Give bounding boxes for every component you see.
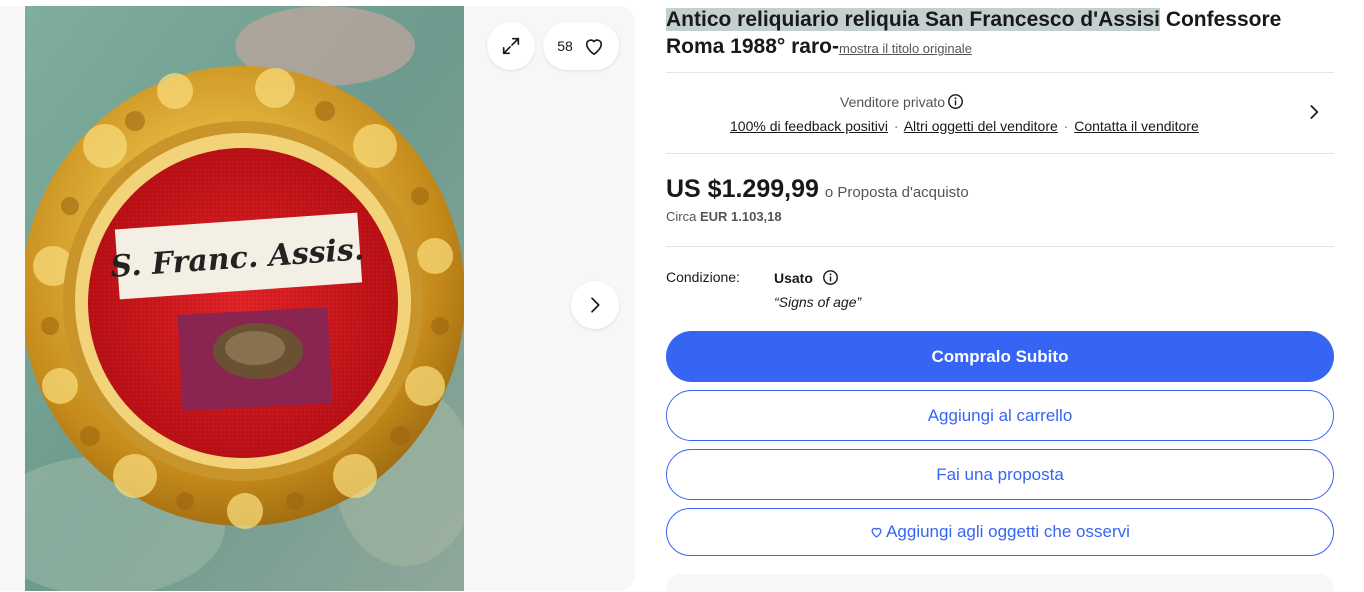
approx-price: Circa EUR 1.103,18 [666,209,782,224]
price-value: US $1.299,99 [666,175,819,203]
contact-seller-link[interactable]: Contatta il venditore [1074,118,1199,134]
chevron-right-icon[interactable] [1306,103,1322,121]
price-row: US $1.299,99 o Proposta d'acquisto [666,175,969,204]
next-image-button[interactable] [571,281,619,329]
info-icon[interactable] [822,269,839,286]
heart-icon [585,39,602,55]
watch-count: 58 [557,38,573,54]
seller-links: 100% di feedback positivi · Altri oggett… [730,118,1199,134]
seller-info[interactable]: Venditore privato 100% di feedback posit… [666,73,1334,153]
next-section-card [666,574,1334,592]
condition-label: Condizione: [666,269,740,285]
condition-value: Usato [774,269,839,286]
watch-count-button[interactable]: 58 [543,22,619,70]
image-gallery: S. Franc. Assis. 58 [0,6,635,591]
listing-panel: Antico reliquiario reliquia San Francesc… [666,0,1334,564]
listing-title: Antico reliquiario reliquia San Francesc… [666,6,1334,62]
make-offer-button[interactable]: Fai una proposta [666,449,1334,500]
or-best-offer-text: o Proposta d'acquisto [824,184,969,201]
seller-type-label: Venditore privato [840,93,946,110]
listing-title-highlight: Antico reliquiario reliquia San Francesc… [666,8,1160,31]
add-to-watchlist-label: Aggiungi agli oggetti che osservi [886,522,1130,541]
seller-type: Venditore privato [840,93,964,110]
add-to-watchlist-button[interactable]: Aggiungi agli oggetti che osservi [666,508,1334,556]
approx-prefix: Circa [666,209,697,224]
info-icon[interactable] [947,93,964,110]
price-section: US $1.299,99 o Proposta d'acquisto Circa… [666,154,1334,246]
separator: · [1063,118,1069,134]
reliquary-image: S. Franc. Assis. [25,6,464,591]
expand-button[interactable] [487,22,535,70]
seller-feedback-link[interactable]: 100% di feedback positivi [730,118,888,134]
add-to-cart-button[interactable]: Aggiungi al carrello [666,390,1334,441]
show-original-title-link[interactable]: mostra il titolo originale [839,41,972,56]
buy-now-button[interactable]: Compralo Subito [666,331,1334,382]
chevron-right-icon [591,297,600,313]
condition-section: Condizione: Usato “Signs of age” [666,247,1334,331]
heart-icon [871,527,882,538]
separator: · [893,118,899,134]
condition-note: “Signs of age” [774,294,862,310]
condition-value-text: Usato [774,269,813,286]
approx-value: EUR 1.103,18 [699,209,782,224]
item-photo[interactable]: S. Franc. Assis. [25,6,464,591]
expand-icon [502,37,520,55]
seller-other-items-link[interactable]: Altri oggetti del venditore [904,118,1058,134]
